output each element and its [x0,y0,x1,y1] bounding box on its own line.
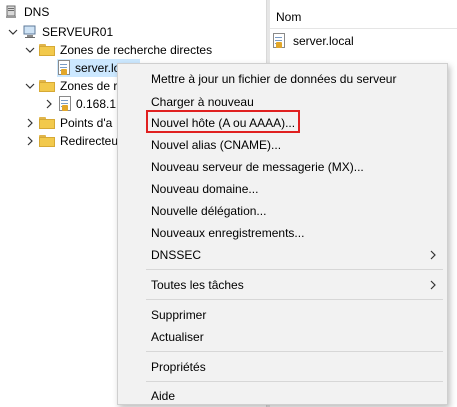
menu-item-label: Toutes les tâches [151,278,244,292]
tree-label-forward-zones: Zones de recherche directes [60,43,213,57]
menu-item-label: Actualiser [151,330,204,344]
menu-item-help[interactable]: Aide [118,385,447,406]
chevron-right-icon[interactable] [25,136,35,146]
menu-item-update-file[interactable]: Mettre à jour un fichier de données du s… [118,68,447,89]
chevron-right-icon[interactable] [25,118,35,128]
menu-item-new-alias[interactable]: Nouvel alias (CNAME)... [118,134,447,155]
chevron-right-icon[interactable] [44,99,54,109]
menu-item-delete[interactable]: Supprimer [118,304,447,325]
folder-icon [39,117,55,129]
tree-label-forwarders: Redirecteu [60,134,119,148]
tree-label-reverse-sub: 0.168.1 [76,97,117,111]
menu-item-label: Aide [151,389,176,403]
list-item[interactable]: server.local [272,32,354,50]
menu-item-new-records[interactable]: Nouveaux enregistrements... [118,222,447,243]
menu-separator [146,269,443,270]
menu-separator [146,299,443,300]
menu-item-label: Mettre à jour un fichier de données du s… [151,72,397,86]
server-icon [22,25,38,39]
chevron-right-icon [429,249,437,263]
tree-item-reverse-zones[interactable]: Zones de re [25,77,124,95]
tree-item-forward-zones[interactable]: Zones de recherche directes [25,41,212,59]
zone-file-icon [272,33,286,49]
menu-separator [146,381,443,382]
menu-item-label: Nouvelle délégation... [151,204,267,218]
tree-item-dns[interactable]: DNS [4,3,49,21]
menu-item-label: Supprimer [151,308,207,322]
menu-item-new-mx[interactable]: Nouveau serveur de messagerie (MX)... [118,156,447,177]
column-header-name[interactable]: Nom [270,0,457,29]
list-item-label: server.local [293,34,354,48]
menu-separator [146,351,443,352]
menu-item-dnssec[interactable]: DNSSEC [118,244,447,265]
tree-item-server[interactable]: SERVEUR01 [8,23,113,41]
menu-item-label: Nouveau serveur de messagerie (MX)... [151,160,364,174]
menu-item-label: Propriétés [151,360,206,374]
tree-item-forwarders[interactable]: Redirecteu [25,132,118,150]
chevron-down-icon[interactable] [8,27,18,37]
menu-item-refresh[interactable]: Actualiser [118,326,447,347]
tree-label-server: SERVEUR01 [42,25,114,39]
tree-item-trust-points[interactable]: Points d'a [25,114,112,132]
menu-item-label: Charger à nouveau [151,95,254,109]
menu-item-new-domain[interactable]: Nouveau domaine... [118,178,447,199]
menu-item-reload[interactable]: Charger à nouveau [118,91,447,112]
folder-icon [39,44,55,56]
chevron-down-icon[interactable] [25,45,35,55]
tree-label-reverse-zones: Zones de re [60,79,125,93]
menu-item-all-tasks[interactable]: Toutes les tâches [118,274,447,295]
menu-item-label: DNSSEC [151,248,202,262]
chevron-down-icon[interactable] [25,81,35,91]
menu-item-new-delegation[interactable]: Nouvelle délégation... [118,200,447,221]
menu-item-label: Nouvel alias (CNAME)... [151,138,282,152]
zone-file-icon [58,96,72,112]
highlight-box [146,110,300,133]
dns-server-icon [4,5,18,19]
tree-item-reverse-zone[interactable]: 0.168.1 [44,95,116,113]
tree-label-trust-points: Points d'a [60,116,113,130]
chevron-right-icon [429,279,437,293]
menu-item-properties[interactable]: Propriétés [118,356,447,377]
tree-label-dns: DNS [24,5,50,19]
zone-file-icon [57,60,71,76]
folder-icon [39,135,55,147]
context-menu: Mettre à jour un fichier de données du s… [117,63,448,405]
column-header-label: Nom [276,10,302,24]
menu-item-label: Nouveau domaine... [151,182,259,196]
folder-icon [39,80,55,92]
menu-item-label: Nouveaux enregistrements... [151,226,305,240]
